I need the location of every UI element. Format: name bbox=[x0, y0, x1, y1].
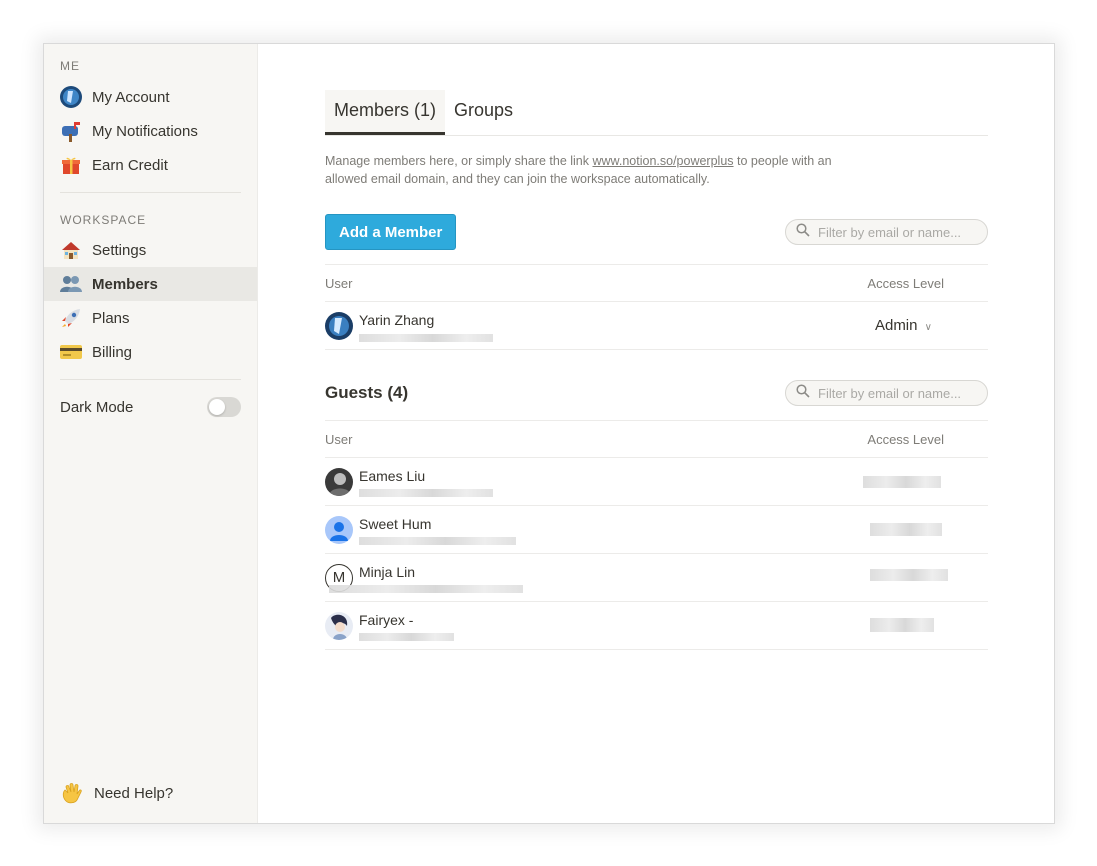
guests-header: Guests (4) bbox=[325, 380, 988, 406]
sidebar-item-label: My Notifications bbox=[92, 122, 198, 140]
sidebar-item-members[interactable]: Members bbox=[44, 267, 257, 301]
table-row: Eames Liu bbox=[325, 458, 988, 506]
col-user: User bbox=[325, 431, 353, 447]
sidebar-item-earn-credit[interactable]: Earn Credit bbox=[44, 148, 257, 182]
avatar bbox=[325, 467, 353, 496]
sidebar-item-settings[interactable]: Settings bbox=[44, 233, 257, 267]
sidebar-section-me: ME bbox=[60, 59, 80, 73]
redacted-email bbox=[359, 633, 454, 641]
sidebar-item-my-account[interactable]: My Account bbox=[44, 80, 257, 114]
tab-bar: Members (1) Groups bbox=[325, 90, 988, 136]
redacted-access-level bbox=[870, 618, 934, 632]
sidebar-item-label: Members bbox=[92, 275, 158, 293]
mailbox-icon bbox=[60, 120, 82, 142]
add-member-button[interactable]: Add a Member bbox=[325, 214, 457, 250]
dark-mode-row: Dark Mode bbox=[44, 390, 257, 424]
need-help-label: Need Help? bbox=[94, 784, 174, 802]
people-icon bbox=[60, 273, 82, 295]
sidebar-item-my-notifications[interactable]: My Notifications bbox=[44, 114, 257, 148]
members-filter[interactable] bbox=[785, 219, 988, 245]
house-icon bbox=[60, 239, 82, 261]
search-icon bbox=[796, 383, 810, 403]
dark-mode-toggle[interactable] bbox=[207, 397, 241, 417]
sidebar-item-billing[interactable]: Billing bbox=[44, 335, 257, 369]
redacted-email bbox=[359, 489, 493, 497]
sidebar-item-label: Billing bbox=[92, 343, 133, 361]
redacted-access-level bbox=[870, 523, 942, 536]
col-access-level: Access Level bbox=[867, 275, 944, 291]
credit-card-icon bbox=[60, 341, 82, 363]
guests-filter[interactable] bbox=[785, 380, 988, 406]
redacted-email bbox=[329, 585, 523, 593]
description-text: Manage members here, or simply share the… bbox=[325, 154, 593, 168]
sidebar-item-plans[interactable]: Plans bbox=[44, 301, 257, 335]
sidebar-item-label: My Account bbox=[92, 88, 170, 106]
redacted-access-level bbox=[863, 476, 941, 488]
col-user: User bbox=[325, 275, 353, 291]
sidebar-item-label: Earn Credit bbox=[92, 156, 168, 174]
members-content: Members (1) Groups Manage members here, … bbox=[325, 90, 988, 650]
search-icon bbox=[796, 222, 810, 242]
tab-groups[interactable]: Groups bbox=[445, 90, 522, 135]
members-description: Manage members here, or simply share the… bbox=[325, 152, 865, 188]
avatar bbox=[325, 515, 353, 544]
access-level-dropdown[interactable]: Admin ∨ bbox=[875, 317, 932, 334]
table-row: Fairyex - bbox=[325, 602, 988, 650]
guests-title: Guests (4) bbox=[325, 383, 409, 402]
chevron-down-icon: ∨ bbox=[924, 322, 932, 333]
dark-mode-label: Dark Mode bbox=[60, 398, 134, 416]
avatar bbox=[325, 611, 353, 640]
col-access-level: Access Level bbox=[867, 431, 944, 447]
guests-table-header: User Access Level bbox=[325, 420, 988, 458]
access-level-value: Admin bbox=[874, 317, 918, 334]
toggle-knob bbox=[209, 399, 225, 415]
rocket-icon bbox=[60, 307, 82, 329]
sidebar-divider bbox=[60, 379, 241, 380]
settings-window: ME My Account My Notifications Earn Cred… bbox=[43, 43, 1055, 824]
user-name: Yarin Zhang bbox=[359, 311, 435, 328]
sidebar-divider bbox=[60, 192, 241, 193]
need-help-button[interactable]: Need Help? bbox=[60, 781, 173, 805]
guests-filter-input[interactable] bbox=[816, 384, 980, 402]
table-row: Yarin Zhang Admin ∨ bbox=[325, 302, 988, 350]
redacted-email bbox=[359, 537, 516, 545]
avatar bbox=[325, 311, 353, 340]
sidebar-item-label: Settings bbox=[92, 241, 147, 259]
redacted-email bbox=[359, 334, 493, 342]
main-panel: Members (1) Groups Manage members here, … bbox=[258, 44, 1054, 823]
user-avatar-icon bbox=[60, 86, 82, 108]
tab-members[interactable]: Members (1) bbox=[325, 90, 446, 135]
user-name: Eames Liu bbox=[359, 467, 426, 484]
gift-icon bbox=[60, 154, 82, 176]
members-filter-input[interactable] bbox=[816, 223, 980, 241]
waving-hand-icon bbox=[60, 781, 84, 805]
table-row: M Minja Lin bbox=[325, 554, 988, 602]
members-toolbar: Add a Member bbox=[325, 214, 988, 250]
workspace-link[interactable]: www.notion.so/powerplus bbox=[592, 154, 733, 168]
members-table-header: User Access Level bbox=[325, 264, 988, 302]
sidebar-item-label: Plans bbox=[92, 309, 130, 327]
user-name: Sweet Hum bbox=[359, 515, 432, 532]
sidebar-section-workspace: WORKSPACE bbox=[60, 213, 147, 227]
table-row: Sweet Hum bbox=[325, 506, 988, 554]
sidebar: ME My Account My Notifications Earn Cred… bbox=[44, 44, 258, 823]
user-name: Minja Lin bbox=[359, 563, 416, 580]
user-name: Fairyex - bbox=[359, 611, 414, 628]
redacted-access-level bbox=[870, 569, 948, 581]
